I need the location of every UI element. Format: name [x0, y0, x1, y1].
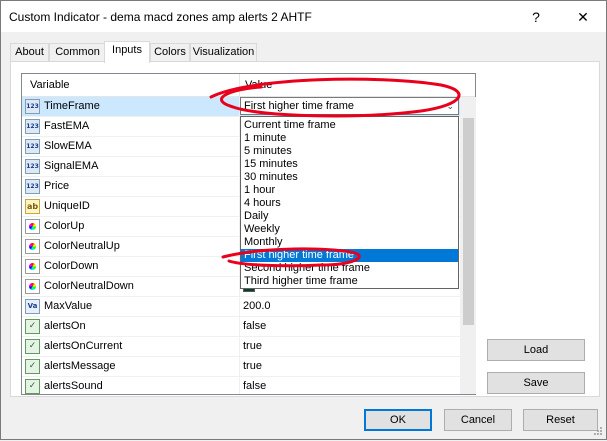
grid-scroll-thumb[interactable] [463, 118, 474, 325]
row-variable-name: FastEMA [44, 120, 90, 132]
row-variable-name: alertsOnCurrent [44, 340, 123, 352]
int-icon: 123 [25, 119, 40, 134]
bool-icon: ✓ [25, 319, 40, 334]
int-icon: 123 [25, 139, 40, 154]
reset-button[interactable]: Reset [523, 409, 598, 431]
dropdown-option[interactable]: 5 minutes [241, 145, 458, 158]
dropdown-option[interactable]: 4 hours [241, 197, 458, 210]
bool-icon: ✓ [25, 339, 40, 354]
header-variable[interactable]: Variable [30, 79, 70, 91]
tab-inputs[interactable]: Inputs [104, 41, 150, 63]
grid-header: Variable Value [22, 74, 475, 97]
int-icon: 123 [25, 179, 40, 194]
dropdown-option[interactable]: Second higher time frame [241, 262, 458, 275]
row-variable-name: alertsSound [44, 380, 103, 392]
column-divider [239, 357, 240, 377]
header-value[interactable]: Value [245, 79, 272, 91]
dropdown-option[interactable]: Weekly [241, 223, 458, 236]
dropdown-option[interactable]: Third higher time frame [241, 275, 458, 288]
string-icon: ab [25, 199, 40, 214]
timeframe-combo-value: First higher time frame [244, 100, 355, 112]
save-button[interactable]: Save [487, 372, 585, 394]
column-divider [239, 377, 240, 394]
help-button[interactable]: ? [526, 7, 546, 27]
row-variable-name: ColorNeutralDown [44, 280, 134, 292]
color-icon [25, 259, 40, 274]
dropdown-option[interactable]: 1 minute [241, 132, 458, 145]
table-row[interactable]: ✓ alertsOnCurrent true [22, 337, 462, 357]
dropdown-option[interactable]: First higher time frame [241, 249, 458, 262]
column-divider [239, 317, 240, 337]
table-row[interactable]: Va MaxValue 200.0 [22, 297, 462, 317]
tab-about[interactable]: About [10, 43, 49, 62]
header-divider [239, 74, 240, 97]
dropdown-option[interactable]: 30 minutes [241, 171, 458, 184]
row-variable-name: ColorNeutralUp [44, 240, 120, 252]
int-icon: 123 [25, 99, 40, 114]
double-icon: Va [25, 299, 40, 314]
row-variable-name: SignalEMA [44, 160, 99, 172]
row-variable-name: ColorUp [44, 220, 85, 232]
close-button[interactable]: ✕ [573, 7, 593, 27]
color-icon [25, 239, 40, 254]
dialog-window: Custom Indicator - dema macd zones amp a… [0, 0, 607, 440]
int-icon: 123 [25, 159, 40, 174]
column-divider [239, 337, 240, 357]
color-icon [25, 279, 40, 294]
load-button[interactable]: Load [487, 339, 585, 361]
row-value[interactable]: true [243, 360, 262, 372]
table-row[interactable]: ✓ alertsOn false [22, 317, 462, 337]
row-variable-name: Price [44, 180, 70, 192]
row-variable-name: alertsOn [44, 320, 86, 332]
tab-common[interactable]: Common [49, 43, 106, 62]
row-value[interactable]: 200.0 [243, 300, 271, 312]
dropdown-option[interactable]: 15 minutes [241, 158, 458, 171]
dropdown-option[interactable]: Current time frame [241, 119, 458, 132]
bool-icon: ✓ [25, 379, 40, 394]
cancel-button[interactable]: Cancel [444, 409, 512, 431]
tab-colors[interactable]: Colors [150, 43, 190, 62]
row-variable-name: SlowEMA [44, 140, 92, 152]
tab-visualization[interactable]: Visualization [190, 43, 257, 62]
dropdown-option[interactable]: Monthly [241, 236, 458, 249]
timeframe-dropdown-list: Current time frame 1 minute 5 minutes 15 mi… [240, 116, 459, 289]
chevron-down-icon[interactable]: ⌄ [446, 98, 454, 114]
resize-grip-icon[interactable] [593, 426, 603, 436]
table-row[interactable]: ✓ alertsMessage true [22, 357, 462, 377]
row-variable-name: ColorDown [44, 260, 99, 272]
ok-button[interactable]: OK [364, 409, 432, 431]
timeframe-combo[interactable]: First higher time frame ⌄ [240, 97, 459, 115]
bool-icon: ✓ [25, 359, 40, 374]
dropdown-option[interactable]: Daily [241, 210, 458, 223]
row-variable-name: UniqueID [44, 200, 90, 212]
row-variable-name: alertsMessage [44, 360, 116, 372]
window-title: Custom Indicator - dema macd zones amp a… [9, 10, 312, 24]
column-divider [239, 297, 240, 317]
row-variable-name: TimeFrame [44, 100, 100, 112]
row-value[interactable]: true [243, 340, 262, 352]
row-variable-name: MaxValue [44, 300, 93, 312]
row-value[interactable]: false [243, 380, 266, 392]
row-value[interactable]: false [243, 320, 266, 332]
dropdown-option[interactable]: 1 hour [241, 184, 458, 197]
title-bar: Custom Indicator - dema macd zones amp a… [1, 1, 606, 32]
color-icon [25, 219, 40, 234]
table-row[interactable]: ✓ alertsSound false [22, 377, 462, 394]
